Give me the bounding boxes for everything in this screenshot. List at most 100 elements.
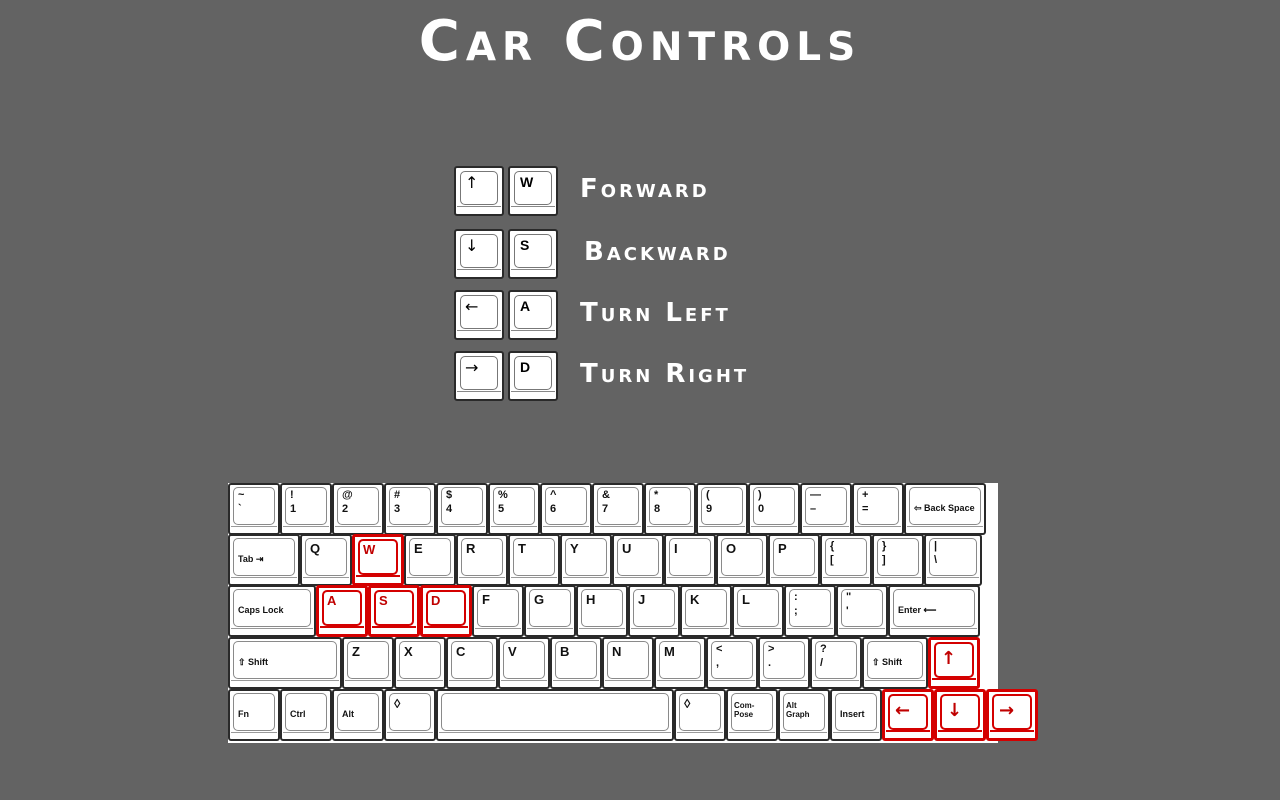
key-label: Com- Pose bbox=[734, 701, 755, 719]
arrow-down-key: ↓ bbox=[454, 229, 504, 279]
keyboard-key: Caps Lock bbox=[228, 585, 316, 637]
keyboard-key: Q bbox=[300, 534, 352, 586]
keyboard-key: K bbox=[680, 585, 732, 637]
keyboard-key: ) 0 bbox=[748, 483, 800, 535]
keyboard-key: C bbox=[446, 637, 498, 689]
keyboard-key: E bbox=[404, 534, 456, 586]
keyboard-key: { [ bbox=[820, 534, 872, 586]
key-label: ~ ` bbox=[238, 489, 245, 515]
keyboard-key: ⇦ Back Space bbox=[904, 483, 986, 535]
arrow-up-key: ↑ bbox=[454, 166, 504, 216]
key-label: Fn bbox=[238, 709, 249, 719]
key-label: V bbox=[508, 644, 517, 659]
key-label: ? / bbox=[820, 643, 827, 669]
w-key: W bbox=[508, 166, 558, 216]
keyboard-key: : ; bbox=[784, 585, 836, 637]
key-label: M bbox=[664, 644, 675, 659]
keyboard-key: P bbox=[768, 534, 820, 586]
keyboard-key: | \ bbox=[924, 534, 982, 586]
keyboard-key: + = bbox=[852, 483, 904, 535]
key-label: G bbox=[534, 592, 545, 607]
key-label: U bbox=[622, 541, 632, 556]
key-label: Alt Graph bbox=[786, 701, 810, 719]
keyboard-key: # 3 bbox=[384, 483, 436, 535]
action-turn-right-label: Turn Right bbox=[580, 359, 750, 389]
legend-row-turn-right: → D Turn Right bbox=[454, 351, 874, 403]
arrow-right-icon: → bbox=[465, 358, 479, 377]
key-label: K bbox=[690, 592, 700, 607]
keyboard-key: T bbox=[508, 534, 560, 586]
key-label: A bbox=[520, 298, 531, 314]
keyboard-key: Alt bbox=[332, 689, 384, 741]
key-label: T bbox=[518, 541, 526, 556]
keyboard-key: ( 9 bbox=[696, 483, 748, 535]
keyboard-key: G bbox=[524, 585, 576, 637]
key-label: ↑ bbox=[941, 648, 957, 669]
key-label: ↓ bbox=[947, 700, 963, 721]
key-label: J bbox=[638, 592, 646, 607]
key-label: W bbox=[363, 542, 376, 557]
key-label: } ] bbox=[882, 540, 887, 566]
keyboard-key: @ 2 bbox=[332, 483, 384, 535]
key-label: D bbox=[520, 359, 531, 375]
key-label: ⇧ Shift bbox=[238, 657, 269, 667]
keyboard-key: > . bbox=[758, 637, 810, 689]
key-label: ◊ bbox=[394, 696, 401, 711]
keyboard-key: R bbox=[456, 534, 508, 586]
key-label: ( 9 bbox=[706, 489, 713, 515]
key-label: D bbox=[431, 593, 441, 608]
key-label: P bbox=[778, 541, 787, 556]
key-label: B bbox=[560, 644, 570, 659]
keyboard-key: } ] bbox=[872, 534, 924, 586]
keyboard-key: U bbox=[612, 534, 664, 586]
key-label: | \ bbox=[934, 540, 938, 566]
keyboard-key: B bbox=[550, 637, 602, 689]
keyboard-key: H bbox=[576, 585, 628, 637]
key-label: ) 0 bbox=[758, 489, 765, 515]
keyboard-key: I bbox=[664, 534, 716, 586]
key-label: N bbox=[612, 644, 622, 659]
legend-row-forward: ↑ W Forward bbox=[454, 166, 874, 218]
key-label: ⇧ Shift bbox=[872, 657, 903, 667]
keyboard-key: J bbox=[628, 585, 680, 637]
key-label: > . bbox=[768, 643, 775, 669]
keyboard-key: % 5 bbox=[488, 483, 540, 535]
page-title: Car Controls bbox=[418, 9, 862, 74]
key-label: — – bbox=[810, 489, 821, 515]
key-label: Q bbox=[310, 541, 321, 556]
key-label: ! 1 bbox=[290, 489, 297, 515]
key-label: : ; bbox=[794, 591, 798, 617]
key-label: Caps Lock bbox=[238, 605, 284, 615]
keyboard-key: * 8 bbox=[644, 483, 696, 535]
keyboard-key: Alt Graph bbox=[778, 689, 830, 741]
keyboard-key: Ctrl bbox=[280, 689, 332, 741]
key-label: Z bbox=[352, 644, 360, 659]
arrow-left-key: ← bbox=[454, 290, 504, 340]
key-label: R bbox=[466, 541, 476, 556]
legend-row-turn-left: ← A Turn Left bbox=[454, 290, 874, 342]
keyboard-key: → bbox=[986, 689, 1038, 741]
keyboard-key: X bbox=[394, 637, 446, 689]
keyboard-diagram: ~ ` ! 1 @ 2 # 3 $ 4 % 5 ^ 6 & 7 * 8 ( 9) 0 — – + = ⇦… bbox=[228, 483, 1054, 743]
keyboard-key: ↓ bbox=[934, 689, 986, 741]
key-label: S bbox=[379, 593, 388, 608]
key-label: { [ bbox=[830, 540, 835, 566]
keyboard-key: L bbox=[732, 585, 784, 637]
key-label: S bbox=[520, 237, 530, 253]
keyboard-key: N bbox=[602, 637, 654, 689]
key-label: Enter ⟵ bbox=[898, 605, 937, 615]
key-label: X bbox=[404, 644, 413, 659]
key-label: ◊ bbox=[684, 696, 691, 711]
key-label: A bbox=[327, 593, 337, 608]
key-label: → bbox=[999, 700, 1015, 721]
action-backward-label: Backward bbox=[584, 237, 731, 267]
arrow-left-icon: ← bbox=[465, 297, 479, 316]
legend-row-backward: ↓ S Backward bbox=[454, 229, 874, 281]
keyboard-key: ◊ bbox=[674, 689, 726, 741]
keyboard-key: Insert bbox=[830, 689, 882, 741]
keyboard-key: $ 4 bbox=[436, 483, 488, 535]
key-label: Alt bbox=[342, 709, 354, 719]
key-label: E bbox=[414, 541, 423, 556]
key-label: ⇦ Back Space bbox=[914, 503, 975, 513]
arrow-up-icon: ↑ bbox=[465, 173, 479, 192]
